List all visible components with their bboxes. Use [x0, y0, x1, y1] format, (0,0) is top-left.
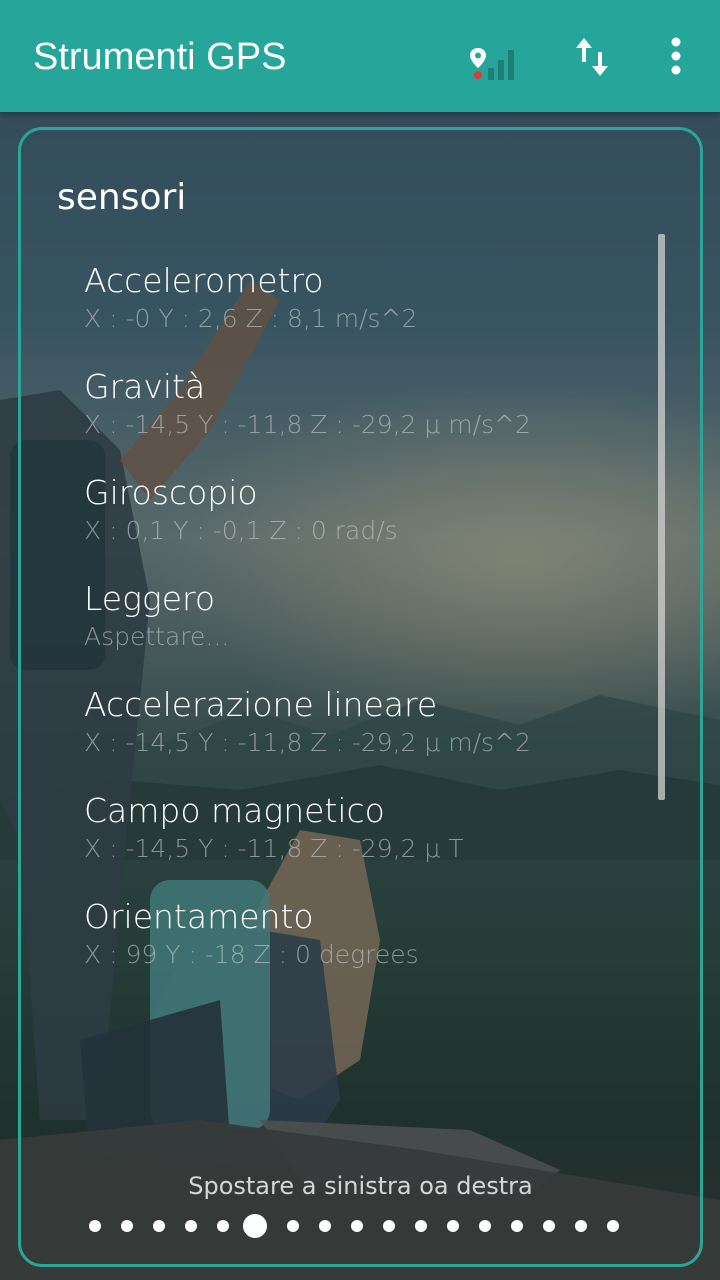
page-dot[interactable]: [607, 1220, 619, 1232]
sensor-item-light[interactable]: Leggero Aspettare...: [84, 578, 644, 684]
sensor-value: X : -14,5 Y : -11,8 Z : -29,2 μ T: [84, 834, 464, 863]
card-title: sensori: [57, 177, 187, 218]
page-indicator[interactable]: [21, 1206, 700, 1246]
page-dot[interactable]: [511, 1220, 523, 1232]
sensor-name: Giroscopio: [84, 473, 258, 512]
sensor-name: Orientamento: [84, 897, 314, 936]
sensor-value: X : -14,5 Y : -11,8 Z : -29,2 μ m/s^2: [84, 728, 531, 757]
sensor-name: Accelerometro: [84, 261, 324, 300]
sensor-item-gyroscope[interactable]: Giroscopio X : 0,1 Y : -0,1 Z : 0 rad/s: [84, 472, 644, 578]
page-dot[interactable]: [479, 1220, 491, 1232]
page-dot[interactable]: [383, 1220, 395, 1232]
page-dot[interactable]: [543, 1220, 555, 1232]
page-dot[interactable]: [415, 1220, 427, 1232]
page-dot[interactable]: [575, 1220, 587, 1232]
page-dot[interactable]: [319, 1220, 331, 1232]
app-title: Strumenti GPS: [33, 36, 287, 78]
page-dot[interactable]: [351, 1220, 363, 1232]
sensor-item-accelerometer[interactable]: Accelerometro X : -0 Y : 2,6 Z : 8,1 m/s…: [84, 260, 644, 366]
gps-signal-icon[interactable]: [466, 44, 522, 82]
app-bar: Strumenti GPS: [0, 0, 720, 112]
list-scrollbar[interactable]: [658, 234, 665, 800]
sensor-value: Aspettare...: [84, 622, 230, 651]
sensor-name: Accelerazione lineare: [84, 685, 438, 724]
sensor-name: Leggero: [84, 579, 216, 618]
sensor-name: Campo magnetico: [84, 791, 385, 830]
sensor-name: Gravità: [84, 367, 206, 406]
sensor-item-gravity[interactable]: Gravità X : -14,5 Y : -11,8 Z : -29,2 μ …: [84, 366, 644, 472]
sensor-item-linear-acceleration[interactable]: Accelerazione lineare X : -14,5 Y : -11,…: [84, 684, 644, 790]
page-dot[interactable]: [287, 1220, 299, 1232]
swap-vert-icon[interactable]: [574, 36, 612, 78]
swipe-hint: Spostare a sinistra oa destra: [188, 1172, 533, 1200]
page-dot-active[interactable]: [243, 1214, 267, 1238]
page-dot[interactable]: [217, 1220, 229, 1232]
page-dot[interactable]: [185, 1220, 197, 1232]
sensor-item-orientation[interactable]: Orientamento X : 99 Y : -18 Z : 0 degree…: [84, 896, 644, 1002]
sensor-value: X : 0,1 Y : -0,1 Z : 0 rad/s: [84, 516, 398, 545]
page-dot[interactable]: [121, 1220, 133, 1232]
page-dot[interactable]: [89, 1220, 101, 1232]
sensor-item-magnetic-field[interactable]: Campo magnetico X : -14,5 Y : -11,8 Z : …: [84, 790, 644, 896]
page-dot[interactable]: [447, 1220, 459, 1232]
page-dot[interactable]: [153, 1220, 165, 1232]
sensors-card: sensori Accelerometro X : -0 Y : 2,6 Z :…: [18, 127, 703, 1267]
sensor-list[interactable]: Accelerometro X : -0 Y : 2,6 Z : 8,1 m/s…: [84, 260, 644, 1002]
sensor-value: X : -14,5 Y : -11,8 Z : -29,2 μ m/s^2: [84, 410, 531, 439]
sensor-value: X : -0 Y : 2,6 Z : 8,1 m/s^2: [84, 304, 418, 333]
sensor-value: X : 99 Y : -18 Z : 0 degrees: [84, 940, 419, 969]
more-vert-icon[interactable]: [660, 36, 692, 76]
